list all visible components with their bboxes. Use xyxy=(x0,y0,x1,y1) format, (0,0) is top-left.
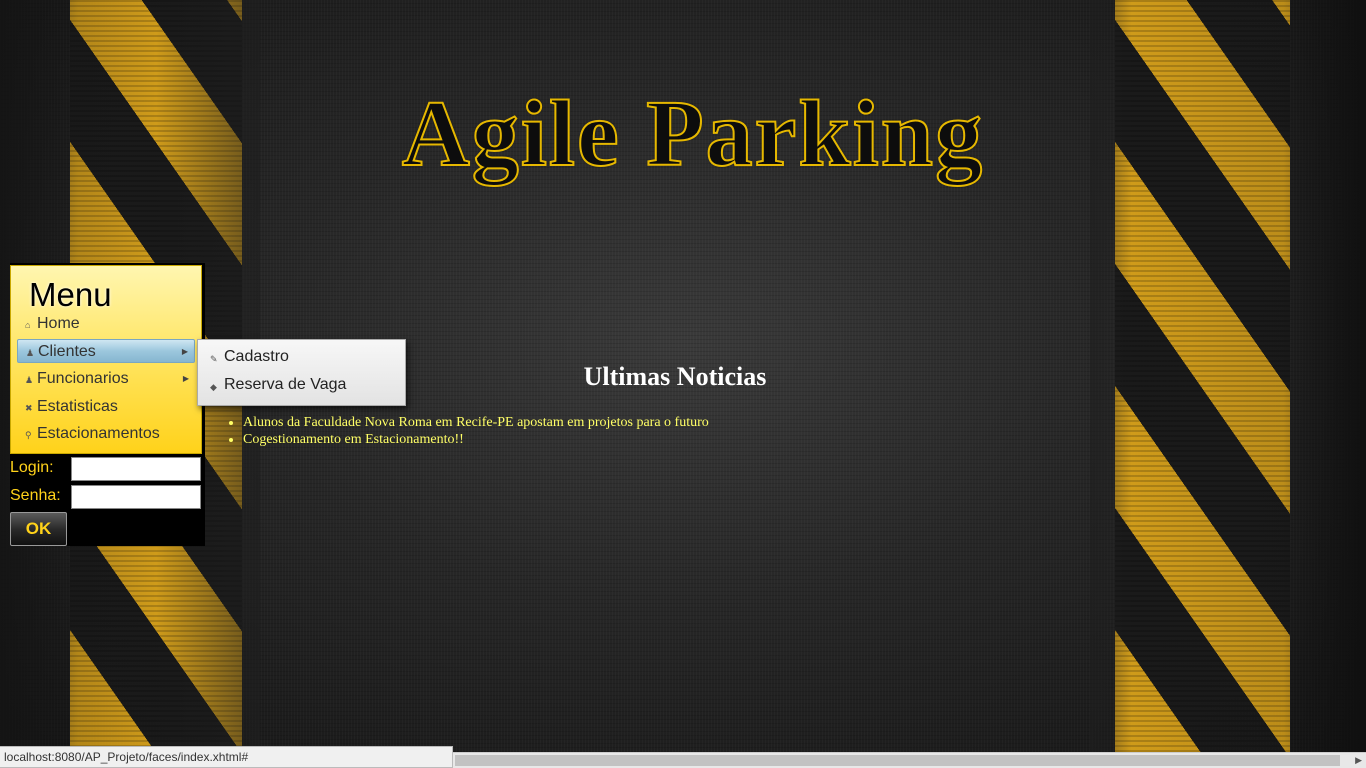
menu-item-label: Clientes xyxy=(38,343,96,360)
submenu-item-cadastro[interactable]: ✎ Cadastro xyxy=(204,346,289,368)
sidebar-menu: Menu ⌂ Home ♟ Clientes ▶ ♟ Funcionarios … xyxy=(10,265,202,454)
scroll-right-icon[interactable]: ▶ xyxy=(1355,753,1362,768)
chevron-right-icon: ▶ xyxy=(181,347,188,356)
ok-button[interactable]: OK xyxy=(10,512,67,546)
tag-icon: ◆ xyxy=(210,382,217,392)
menu-item-home[interactable]: ⌂ Home xyxy=(17,312,195,336)
submenu-item-label: Cadastro xyxy=(224,348,289,365)
menu-item-estatisticas[interactable]: ✖ Estatisticas xyxy=(17,395,195,419)
chevron-right-icon: ▶ xyxy=(182,374,189,383)
menu-item-clientes[interactable]: ♟ Clientes ▶ xyxy=(17,339,195,363)
senha-label: Senha: xyxy=(10,487,61,504)
submenu-item-reserva-de-vaga[interactable]: ◆ Reserva de Vaga xyxy=(204,374,346,396)
home-icon: ⌂ xyxy=(25,320,31,330)
menu-item-label: Funcionarios xyxy=(37,370,129,387)
search-icon: ⚲ xyxy=(25,430,32,440)
page-title: Agile Parking xyxy=(401,81,985,187)
menu-item-estacionamentos[interactable]: ⚲ Estacionamentos xyxy=(17,422,195,446)
news-item[interactable]: Cogestionamento em Estacionamento!! xyxy=(243,431,709,448)
close-icon: ✖ xyxy=(25,403,33,413)
menu-item-funcionarios[interactable]: ♟ Funcionarios ▶ xyxy=(17,367,195,391)
news-title: Ultimas Noticias xyxy=(583,362,767,391)
menu-item-label: Estatisticas xyxy=(37,398,118,415)
pencil-icon: ✎ xyxy=(210,354,218,364)
news-item[interactable]: Alunos da Faculdade Nova Roma em Recife-… xyxy=(243,414,709,431)
submenu-item-label: Reserva de Vaga xyxy=(224,376,347,393)
menu-heading: Menu xyxy=(29,276,112,313)
menu-item-label: Home xyxy=(37,315,80,332)
status-bar-url: localhost:8080/AP_Projeto/faces/index.xh… xyxy=(0,746,453,768)
background-shade-right xyxy=(1090,0,1366,752)
horizontal-scrollbar[interactable]: ▶ xyxy=(453,752,1366,768)
news-list: Alunos da Faculdade Nova Roma em Recife-… xyxy=(224,414,709,448)
login-input[interactable] xyxy=(71,457,201,481)
senha-input[interactable] xyxy=(71,485,201,509)
menu-item-label: Estacionamentos xyxy=(37,425,160,442)
login-label: Login: xyxy=(10,459,54,476)
user-icon: ♟ xyxy=(26,348,35,358)
clientes-submenu: ✎ Cadastro ◆ Reserva de Vaga xyxy=(197,339,406,406)
user-icon: ♟ xyxy=(25,375,34,385)
scrollbar-thumb[interactable] xyxy=(455,755,1340,766)
